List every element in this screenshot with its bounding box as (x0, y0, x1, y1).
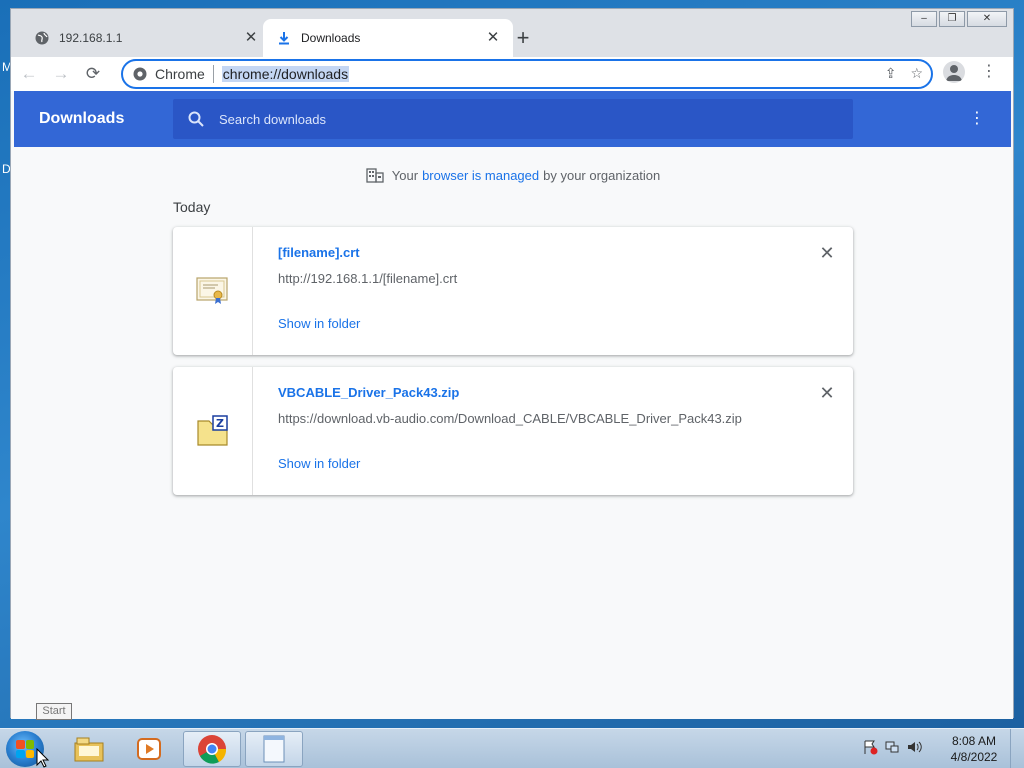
media-player-icon (137, 738, 161, 760)
file-name-link[interactable]: VBCABLE_Driver_Pack43.zip (278, 385, 459, 400)
site-chip-label: Chrome (155, 66, 205, 82)
managed-notice: Your browser is managed by your organiza… (11, 167, 1015, 183)
globe-icon (35, 31, 49, 45)
downloads-header: Downloads ⋮ (14, 91, 1011, 147)
remove-download-icon[interactable]: ✕ (817, 383, 837, 403)
managed-link[interactable]: browser is managed (422, 168, 539, 183)
chrome-window: ‒ ❐ ✕ 192.168.1.1 ✕ Downloads ✕ + ← → ⟳ … (10, 8, 1014, 719)
taskbar-media-player[interactable] (120, 731, 178, 767)
volume-icon[interactable] (906, 739, 922, 755)
windows-explorer-icon (74, 737, 104, 762)
taskbar-explorer[interactable] (60, 731, 118, 767)
tab-downloads[interactable]: Downloads ✕ (263, 19, 513, 57)
back-button[interactable]: ← (15, 60, 43, 88)
file-icon-column (173, 227, 253, 355)
download-item: Z VBCABLE_Driver_Pack43.zip https://down… (173, 367, 853, 495)
building-icon (366, 168, 384, 183)
new-tab-button[interactable]: + (511, 27, 535, 51)
system-clock[interactable]: 8:08 AM 4/8/2022 (944, 733, 1004, 765)
file-source-url[interactable]: https://download.vb-audio.com/Download_C… (278, 411, 742, 426)
file-source-url[interactable]: http://192.168.1.1/[filename].crt (278, 271, 457, 286)
svg-text:Z: Z (216, 417, 224, 430)
show-in-folder-link[interactable]: Show in folder (278, 316, 360, 331)
certificate-icon (195, 277, 228, 304)
zip-archive-icon: Z (196, 415, 228, 446)
tab-title: 192.168.1.1 (59, 31, 123, 45)
site-info-chip[interactable]: Chrome (133, 65, 214, 83)
download-icon (277, 31, 291, 45)
person-icon (946, 65, 962, 81)
managed-prefix: Your (391, 167, 419, 183)
close-tab-icon[interactable]: ✕ (243, 30, 259, 46)
mouse-cursor-icon (36, 748, 50, 768)
bookmark-star-icon[interactable]: ☆ (910, 65, 923, 82)
system-tray (862, 739, 922, 755)
show-in-folder-link[interactable]: Show in folder (278, 456, 360, 471)
clock-date: 4/8/2022 (950, 750, 998, 764)
taskbar: 8:08 AM 4/8/2022 (0, 728, 1024, 768)
tab-192-168-1-1[interactable]: 192.168.1.1 ✕ (21, 19, 271, 57)
managed-suffix: by your organization (543, 167, 661, 183)
file-icon-column: Z (173, 367, 253, 495)
clock-time: 8:08 AM (951, 734, 997, 748)
browser-menu-button[interactable]: ⋮ (981, 62, 997, 82)
tab-title: Downloads (301, 31, 361, 45)
notepad-icon (263, 735, 285, 763)
url-text[interactable]: chrome://downloads (221, 66, 350, 82)
share-icon[interactable]: ⇪ (885, 65, 897, 82)
show-desktop-button[interactable] (1010, 729, 1024, 768)
more-actions-button[interactable]: ⋮ (969, 109, 985, 129)
downloads-page: Downloads ⋮ Your browser is managed by y… (11, 91, 1013, 719)
search-input[interactable] (219, 111, 819, 127)
page-title: Downloads (39, 110, 125, 127)
taskbar-notepad[interactable] (245, 731, 303, 767)
download-item: [filename].crt http://192.168.1.1/[filen… (173, 227, 853, 355)
chrome-icon (198, 735, 227, 764)
close-tab-icon[interactable]: ✕ (485, 30, 501, 46)
remove-download-icon[interactable]: ✕ (817, 243, 837, 263)
network-icon[interactable] (884, 739, 900, 755)
file-name-link[interactable]: [filename].crt (278, 245, 360, 260)
chrome-icon (133, 67, 147, 81)
date-header: Today (173, 199, 211, 215)
taskbar-chrome[interactable] (183, 731, 241, 767)
start-tooltip: Start (36, 703, 72, 720)
windows-logo-icon (16, 740, 34, 758)
tab-strip: 192.168.1.1 ✕ Downloads ✕ + (11, 19, 1013, 57)
action-center-flag-icon[interactable] (862, 739, 878, 755)
address-bar[interactable]: Chrome chrome://downloads ⇪ ☆ (121, 59, 933, 89)
search-downloads-box[interactable] (173, 99, 853, 139)
forward-button[interactable]: → (47, 60, 75, 88)
search-icon (188, 111, 204, 127)
browser-toolbar: ← → ⟳ Chrome chrome://downloads ⇪ ☆ ⋮ (11, 57, 1013, 91)
reload-button[interactable]: ⟳ (79, 60, 107, 88)
profile-avatar[interactable] (943, 61, 965, 83)
